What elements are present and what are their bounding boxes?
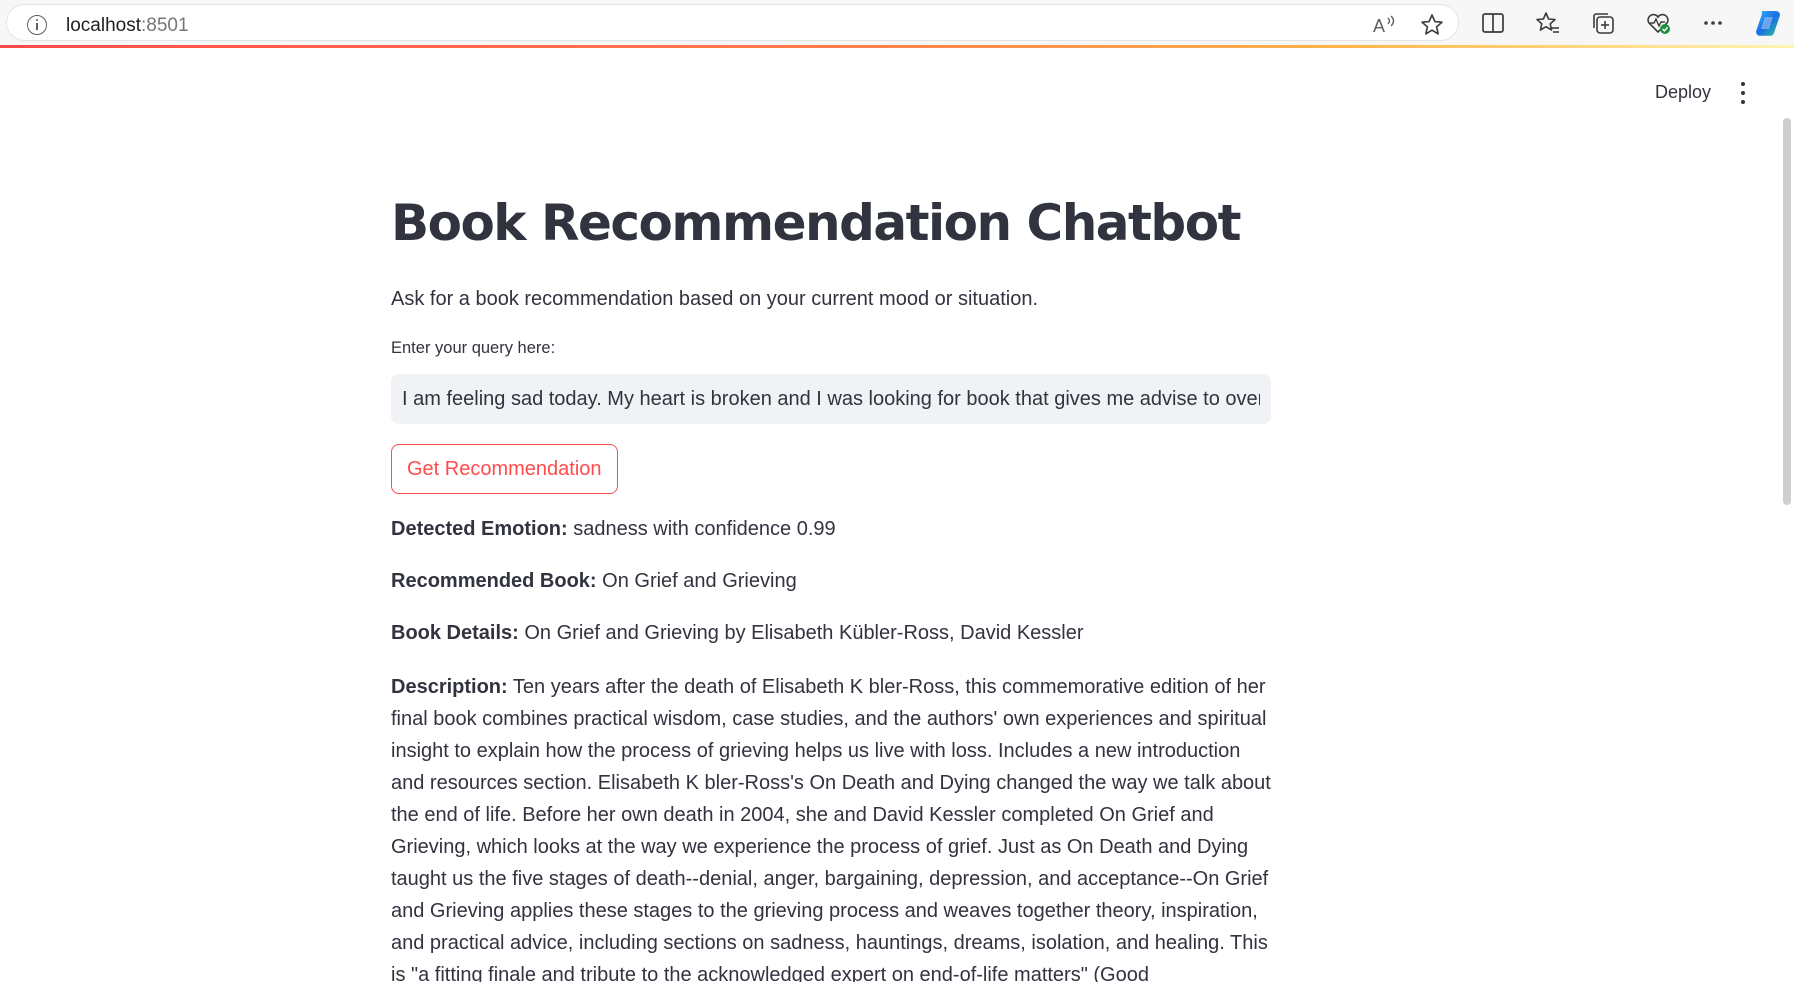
query-input[interactable]	[391, 374, 1271, 424]
page-subtitle: Ask for a book recommendation based on y…	[391, 288, 1039, 310]
browser-essentials-icon[interactable]	[1644, 9, 1672, 37]
split-screen-icon[interactable]	[1479, 9, 1507, 37]
page-title: Book Recommendation Chatbot	[391, 194, 1241, 252]
url-host: localhost	[66, 15, 141, 36]
page-loading-bar	[0, 45, 1794, 48]
book-description: Description: Ten years after the death o…	[391, 671, 1271, 982]
info-icon[interactable]	[27, 15, 47, 35]
recommended-book-label: Recommended Book:	[391, 570, 597, 592]
detected-emotion: Detected Emotion: sadness with confidenc…	[391, 515, 1271, 543]
collections-icon[interactable]	[1589, 9, 1617, 37]
svg-text:A: A	[1373, 16, 1385, 36]
detected-emotion-label: Detected Emotion:	[391, 518, 568, 540]
read-aloud-icon[interactable]: A	[1371, 12, 1397, 38]
query-input-label: Enter your query here:	[391, 339, 556, 357]
recommended-book-value: On Grief and Grieving	[602, 570, 797, 592]
url-port: :8501	[141, 15, 189, 36]
book-details-label: Book Details:	[391, 622, 519, 644]
url-text[interactable]: localhost:8501	[66, 14, 189, 38]
main-menu-icon[interactable]	[1728, 78, 1758, 108]
detected-emotion-value: sadness with confidence 0.99	[573, 518, 836, 540]
recommended-book: Recommended Book: On Grief and Grieving	[391, 567, 1271, 595]
address-bar[interactable]: localhost:8501 A	[6, 4, 1459, 41]
main-content: Book Recommendation Chatbot Ask for a bo…	[391, 180, 1271, 982]
more-icon[interactable]	[1699, 9, 1727, 37]
book-details-value: On Grief and Grieving by Elisabeth Küble…	[524, 622, 1084, 644]
scrollbar-thumb[interactable]	[1783, 118, 1791, 505]
book-description-label: Description:	[391, 676, 508, 698]
copilot-icon[interactable]	[1752, 7, 1784, 39]
deploy-button[interactable]: Deploy	[1645, 77, 1721, 107]
browser-toolbar: localhost:8501 A	[0, 0, 1794, 46]
favorites-icon[interactable]	[1534, 9, 1562, 37]
book-details: Book Details: On Grief and Grieving by E…	[391, 619, 1271, 647]
book-description-value: Ten years after the death of Elisabeth K…	[391, 676, 1271, 982]
get-recommendation-button[interactable]: Get Recommendation	[391, 444, 618, 494]
favorite-star-icon[interactable]	[1419, 12, 1445, 38]
